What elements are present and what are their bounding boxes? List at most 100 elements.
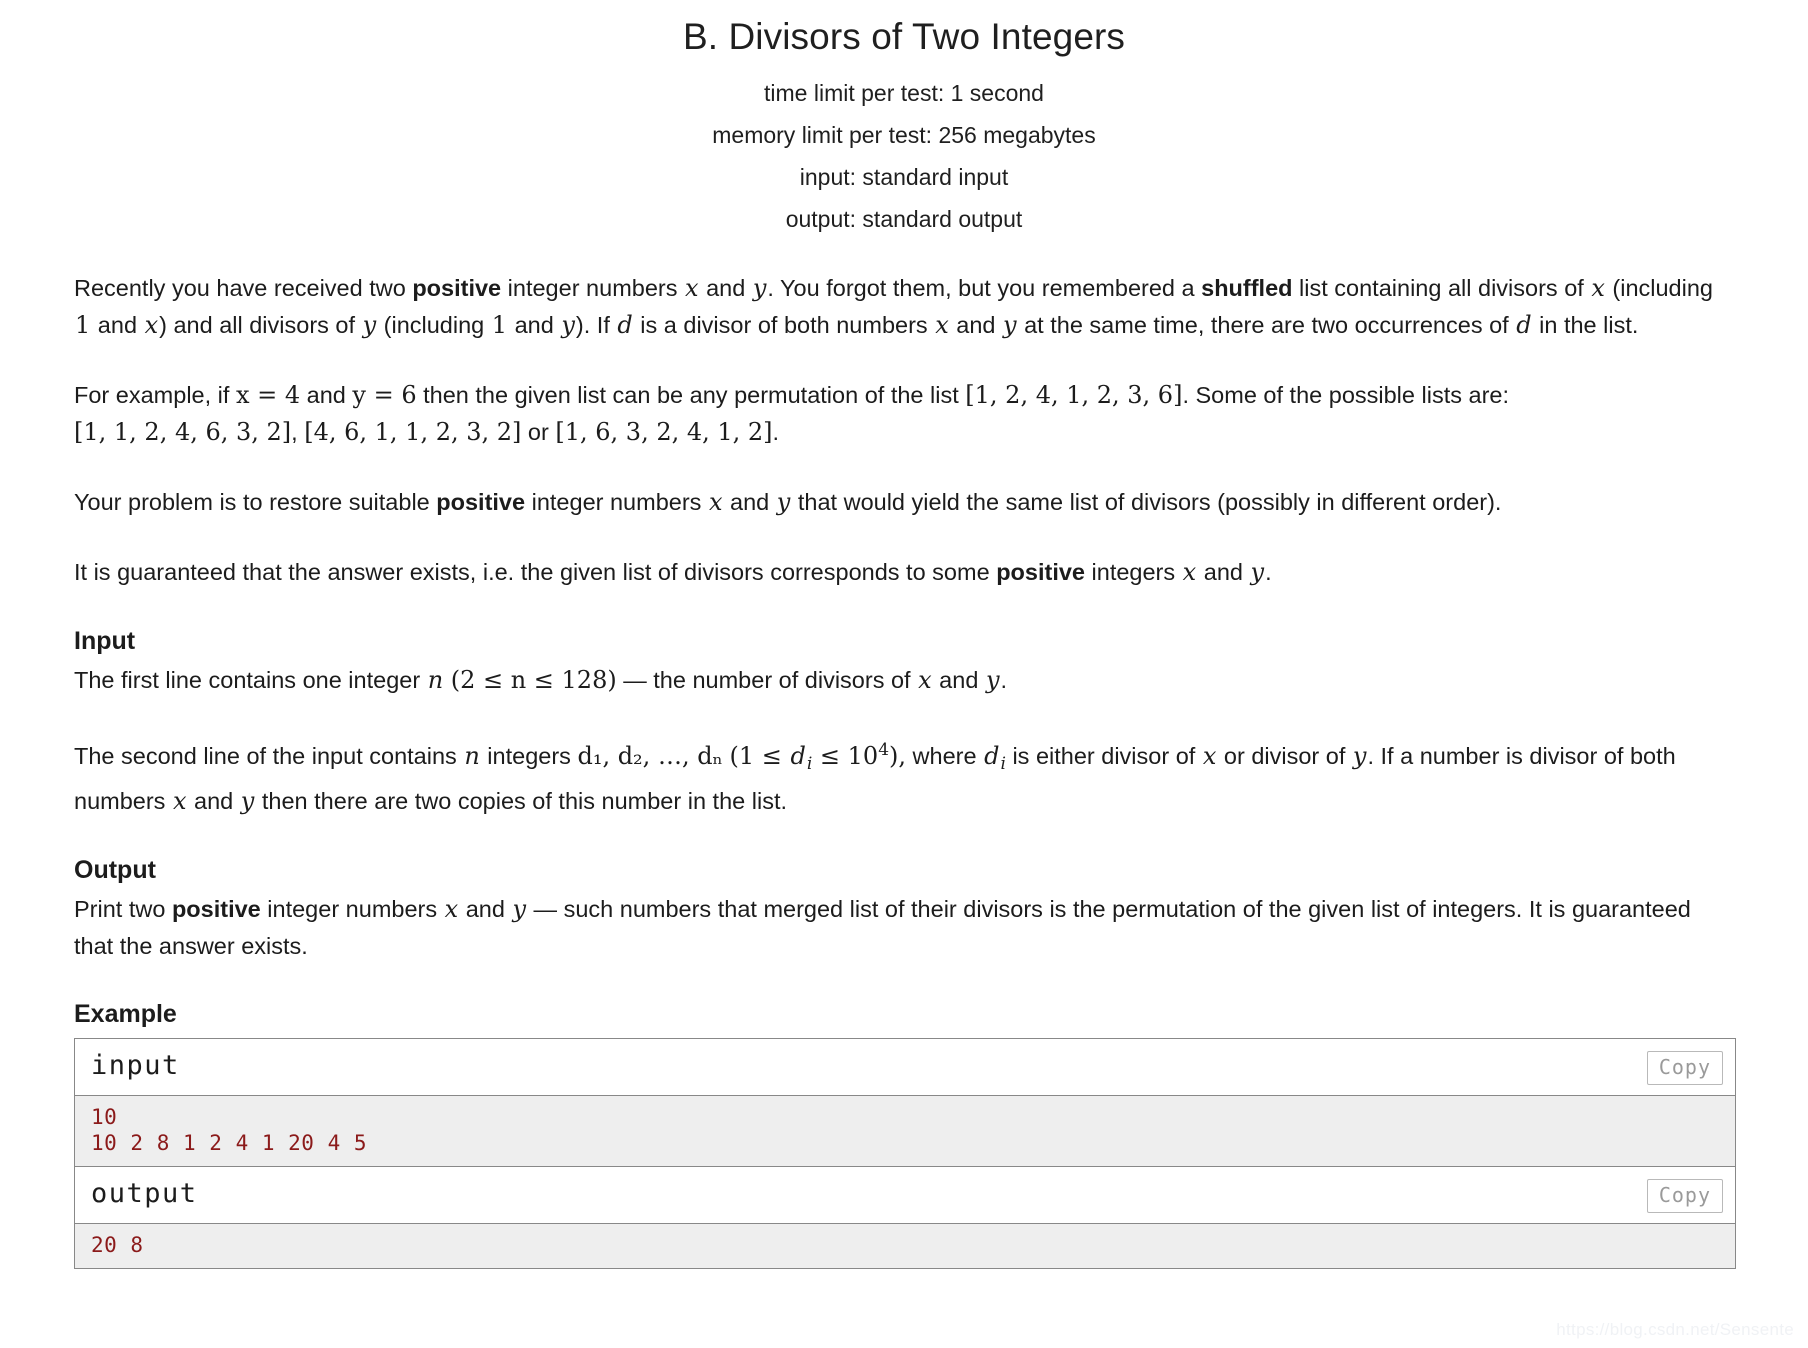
emphasis-positive: positive — [171, 896, 261, 923]
text-frag: (including — [377, 312, 491, 339]
copy-input-button[interactable]: Copy — [1646, 1051, 1723, 1086]
math-var-y: y — [561, 311, 575, 340]
text-frag: Your problem is to restore suitable — [74, 489, 437, 516]
math-list-option-1: [1, 1, 2, 4, 6, 3, 2] — [74, 418, 292, 447]
math-var-x: x — [935, 311, 949, 340]
text-frag: and — [508, 312, 561, 339]
math-num-one: 1 — [491, 311, 508, 340]
math-var-n: n — [464, 742, 480, 771]
statement-paragraph-1: Recently you have received two positive … — [74, 270, 1736, 344]
text-frag: and — [459, 896, 512, 923]
math-var-y: y — [512, 895, 527, 924]
input-data-row: 10 10 2 8 1 2 4 1 20 4 5 — [75, 1096, 1735, 1168]
math-var-y: y — [1003, 311, 1017, 340]
math-var-d: d — [617, 311, 633, 340]
text-frag: . Some of the possible lists are: — [1182, 382, 1509, 409]
text-frag: is a divisor of both numbers — [633, 312, 935, 339]
math-x-equals-4: x = 4 — [235, 381, 301, 410]
statement-paragraph-task: Your problem is to restore suitable posi… — [74, 484, 1736, 521]
math-var-y: y — [362, 311, 377, 340]
text-frag: . — [1000, 667, 1008, 694]
math-var-n: n — [427, 666, 444, 695]
text-frag: and — [699, 275, 752, 302]
text-frag: that would yield the same list of diviso… — [791, 489, 1502, 516]
sample-test-block: input Copy 10 10 2 8 1 2 4 1 20 4 5 outp… — [74, 1038, 1736, 1270]
text-frag: ) and all divisors of — [159, 312, 362, 339]
text-frag: and — [932, 667, 985, 694]
text-frag: (including — [1605, 275, 1713, 302]
emphasis-positive: positive — [996, 559, 1085, 586]
text-frag: and — [723, 489, 776, 516]
math-var-x: x — [685, 274, 699, 303]
math-var-y: y — [240, 787, 255, 816]
math-y-equals-6: y = 6 — [352, 381, 417, 410]
math-var-y: y — [752, 274, 767, 303]
math-var-x: x — [1591, 274, 1605, 303]
watermark: https://blog.csdn.net/Sensente — [1556, 1320, 1794, 1339]
output-source-line: output: standard output — [785, 206, 1023, 233]
text-frag: in the list. — [1532, 312, 1639, 339]
text-frag: is either divisor of — [1005, 743, 1202, 770]
text-frag: Print two — [74, 896, 172, 923]
math-var-x: x — [444, 895, 459, 924]
statement-paragraph-example: For example, if x = 4 and y = 6 then the… — [74, 377, 1736, 451]
math-list-option-2: [4, 6, 1, 1, 2, 3, 2] — [304, 418, 522, 447]
input-label: input — [91, 1050, 180, 1082]
text-frag: and — [91, 312, 144, 339]
text-frag: integers — [1085, 559, 1182, 586]
text-frag: and — [300, 382, 353, 409]
math-superscript-4: 4 — [878, 740, 890, 761]
input-paragraph-1: The first line contains one integer n (2… — [74, 662, 1736, 699]
math-var-x: x — [144, 311, 159, 340]
time-limit-line: time limit per test: 1 second — [764, 80, 1044, 107]
math-di-range-open: (1 ≤ — [729, 742, 790, 771]
problem-header: B. Divisors of Two Integers time limit p… — [0, 0, 1808, 240]
copy-output-button[interactable]: Copy — [1646, 1179, 1723, 1214]
text-frag: list containing all divisors of — [1292, 275, 1591, 302]
text-frag: then there are two copies of this number… — [255, 788, 788, 815]
math-n-range: (2 ≤ n ≤ 128) — [450, 666, 617, 695]
math-var-y: y — [776, 488, 791, 517]
output-label: output — [91, 1178, 198, 1210]
math-var-x: x — [1182, 558, 1197, 587]
text-frag: or divisor of — [1217, 743, 1352, 770]
output-data-text: 20 8 — [91, 1233, 144, 1258]
math-list-option-3: [1, 6, 3, 2, 4, 1, 2] — [555, 418, 773, 447]
text-frag: integer numbers — [501, 275, 685, 302]
text-frag: where — [906, 743, 984, 770]
math-var-x: x — [172, 787, 187, 816]
text-frag: The first line contains one integer — [74, 667, 427, 694]
math-di-range-mid: ≤ 10 — [812, 742, 879, 771]
output-section-heading: Output — [74, 856, 156, 885]
input-header-row: input Copy — [75, 1039, 1735, 1097]
statement-paragraph-guarantee: It is guaranteed that the answer exists,… — [74, 554, 1736, 591]
math-var-d: d — [790, 742, 806, 771]
text-frag: Recently you have received two — [74, 275, 413, 302]
math-var-x: x — [708, 488, 723, 517]
emphasis-shuffled: shuffled — [1201, 275, 1293, 302]
text-frag: and — [1197, 559, 1250, 586]
text-frag: and — [187, 788, 240, 815]
text-frag: or — [521, 419, 556, 446]
text-frag: , — [291, 419, 305, 446]
math-var-d: d — [1516, 311, 1532, 340]
text-frag: The second line of the input contains — [74, 743, 464, 770]
emphasis-positive: positive — [412, 275, 502, 302]
text-frag: integer numbers — [525, 489, 708, 516]
text-frag: at the same time, there are two occurren… — [1017, 312, 1516, 339]
text-frag: For example, if — [74, 382, 236, 409]
text-frag: ). If — [575, 312, 617, 339]
input-data-text: 10 10 2 8 1 2 4 1 20 4 5 — [91, 1105, 368, 1156]
math-num-one: 1 — [75, 311, 91, 340]
emphasis-positive: positive — [436, 489, 526, 516]
text-frag: and — [949, 312, 1003, 339]
output-data-row: 20 8 — [75, 1224, 1735, 1270]
output-paragraph-1: Print two positive integer numbers x and… — [74, 891, 1736, 965]
text-frag: — the number of divisors of — [616, 667, 918, 694]
input-paragraph-2: The second line of the input contains n … — [74, 732, 1736, 820]
text-frag: . — [1265, 559, 1272, 586]
problem-statement: Recently you have received two positive … — [0, 270, 1808, 1270]
math-var-y: y — [1250, 558, 1265, 587]
math-list-main: [1, 2, 4, 1, 2, 3, 6] — [965, 381, 1183, 410]
math-var-d: d — [984, 742, 1000, 771]
